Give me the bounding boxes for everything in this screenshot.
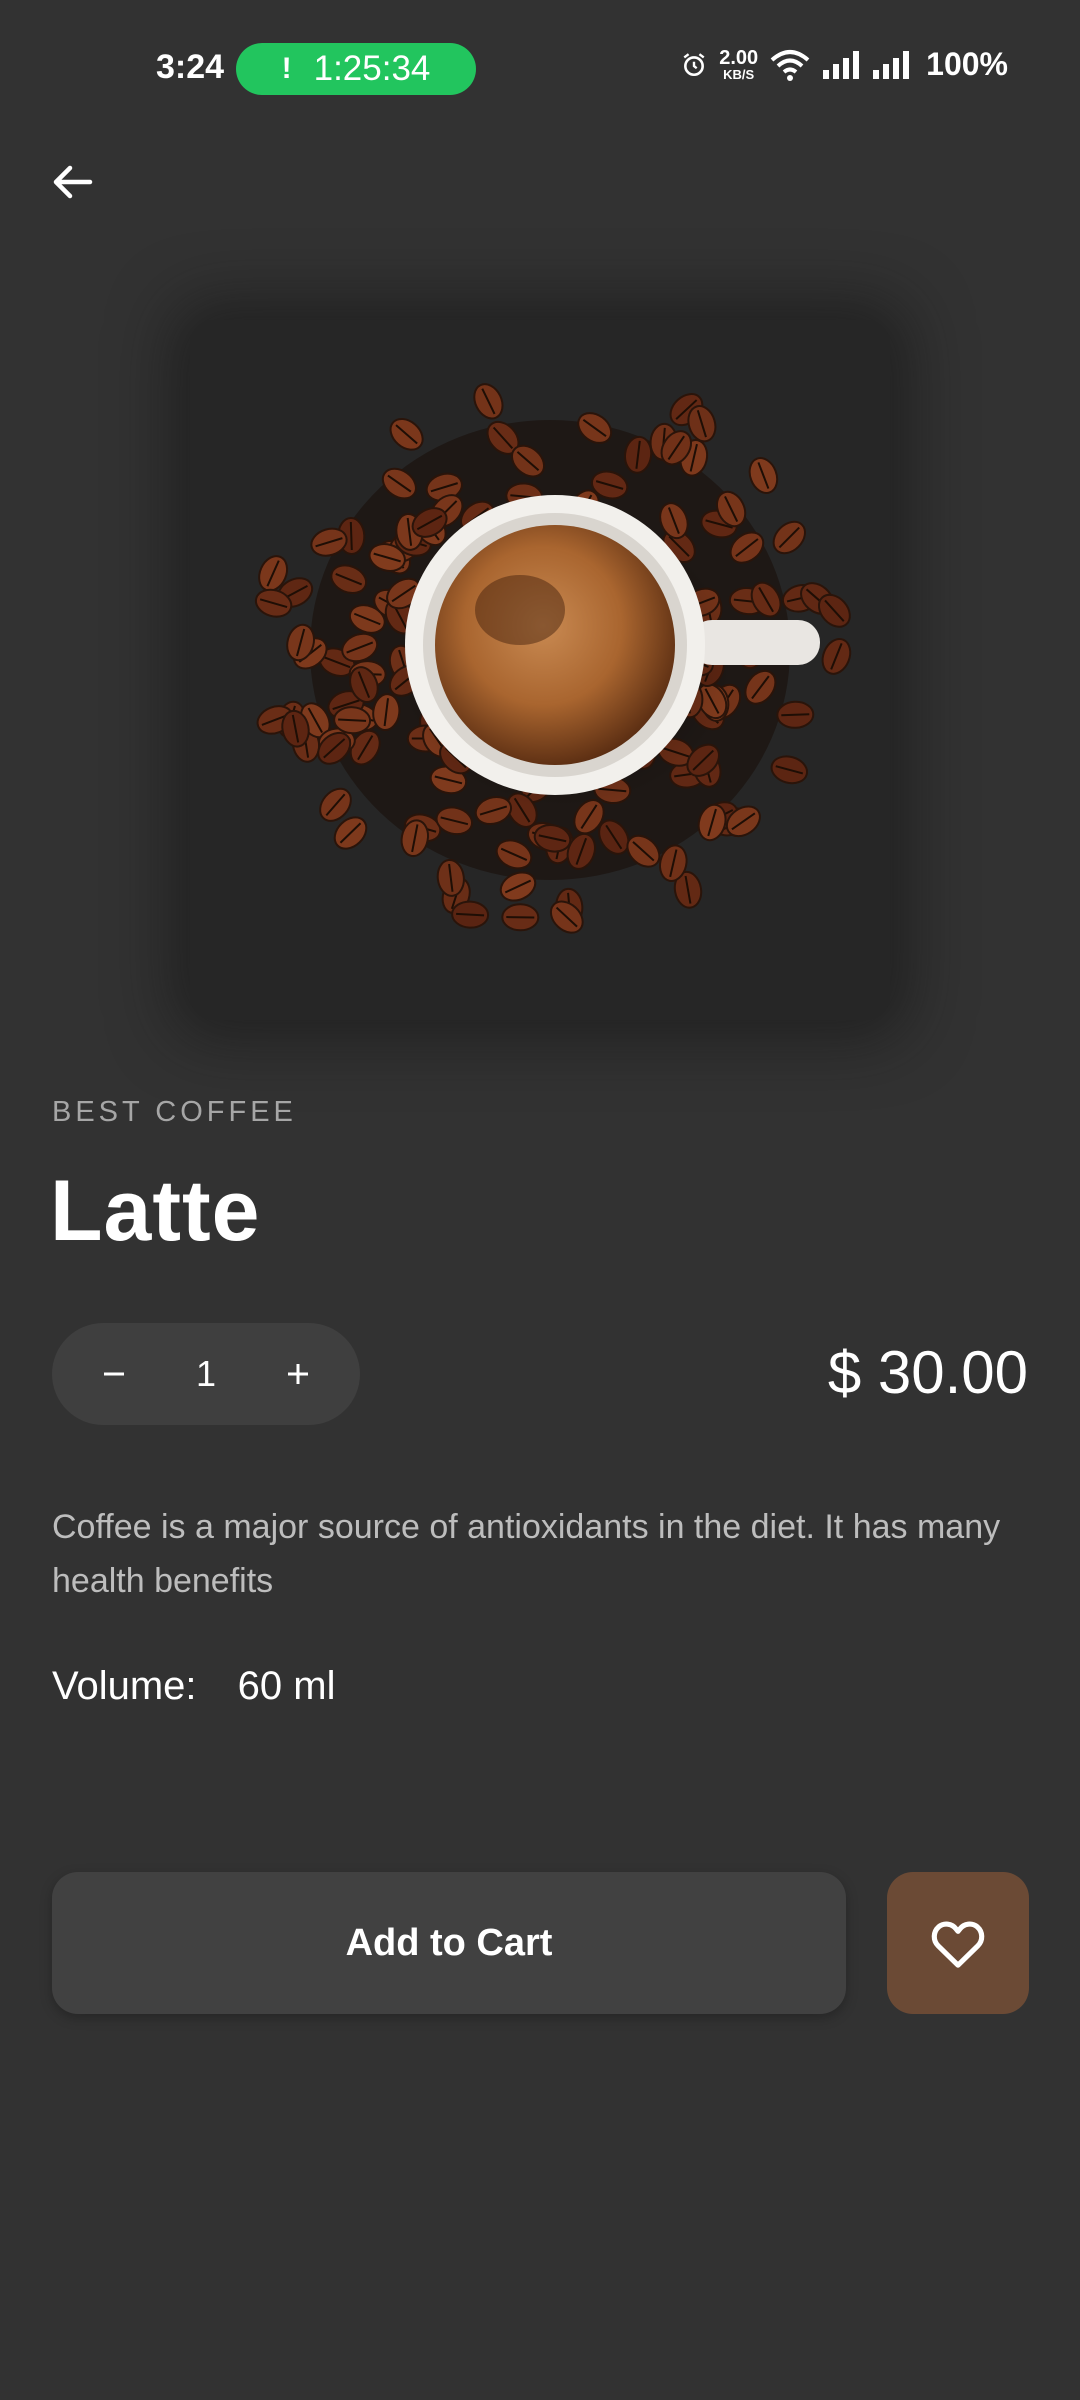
battery-level: 100% — [926, 46, 1008, 82]
favorite-button[interactable] — [887, 1872, 1029, 2014]
coffee-bean-crease — [781, 713, 810, 717]
arrow-left-icon — [53, 165, 93, 199]
product-image — [190, 320, 890, 1020]
call-timer-pill[interactable]: ! 1:25:34 — [236, 43, 476, 95]
wifi-icon — [770, 49, 810, 81]
signal-icon — [823, 50, 860, 79]
product-description: Coffee is a major source of antioxidants… — [52, 1508, 1001, 1600]
back-button[interactable] — [40, 150, 104, 214]
status-icons: 2.00 KB/S 100% — [681, 46, 1008, 83]
decrease-quantity-button[interactable] — [94, 1354, 134, 1394]
status-bar: 3:24 ! 1:25:34 2.00 KB/S 100% — [0, 0, 1080, 140]
plus-icon — [288, 1364, 308, 1384]
product-volume: Volume: 60 ml — [52, 1664, 335, 1709]
volume-label: Volume: — [52, 1664, 197, 1708]
coffee-bean-crease — [349, 521, 353, 551]
product-price: $ 30.00 — [827, 1339, 1028, 1406]
volume-value: 60 ml — [237, 1664, 336, 1708]
quantity-value: 1 — [195, 1353, 217, 1394]
product-title: Latte — [50, 1163, 261, 1259]
coffee-cup-illustration — [254, 383, 852, 934]
increase-quantity-button[interactable] — [278, 1354, 318, 1394]
net-speed: 2.00 KB/S — [719, 47, 759, 82]
minus-icon — [104, 1372, 124, 1376]
product-category: BEST COFFEE — [52, 1096, 297, 1128]
heart-icon — [931, 1921, 985, 1968]
status-time: 3:24 — [156, 48, 225, 86]
signal-icon-2 — [873, 50, 910, 79]
call-timer: 1:25:34 — [313, 49, 431, 88]
add-to-cart-button[interactable]: Add to Cart — [52, 1872, 846, 2014]
quantity-stepper: 1 — [52, 1323, 360, 1425]
call-indicator-icon: ! — [281, 52, 292, 85]
alarm-icon — [683, 52, 705, 76]
